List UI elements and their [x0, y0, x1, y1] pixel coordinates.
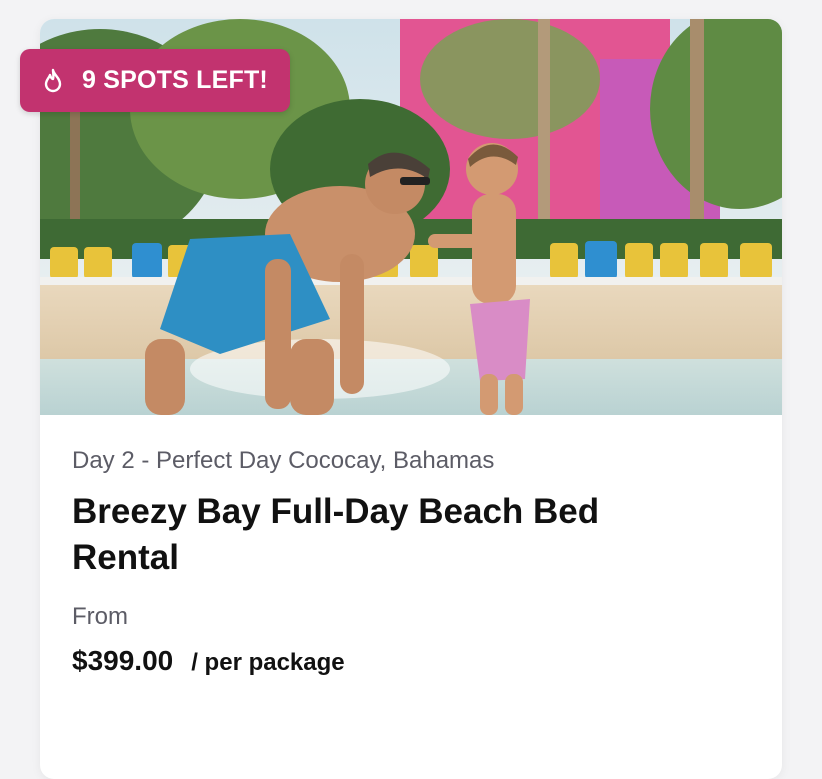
day-location: Day 2 - Perfect Day Cococay, Bahamas: [72, 447, 495, 474]
spots-left-text: 9 SPOTS LEFT!: [82, 66, 268, 94]
price-unit: / per package: [191, 649, 345, 676]
excursion-title[interactable]: Breezy Bay Full-Day Beach Bed Rental: [72, 489, 712, 581]
flame-icon: [42, 68, 64, 94]
spots-left-badge: 9 SPOTS LEFT!: [20, 49, 290, 112]
price-value: $399.00: [72, 645, 174, 676]
price-from-label: From: [72, 603, 128, 630]
price-row: $399.00 / per package: [72, 645, 345, 677]
excursion-card[interactable]: 9 SPOTS LEFT! Day 2 - Perfect Day Cococa…: [20, 19, 782, 779]
